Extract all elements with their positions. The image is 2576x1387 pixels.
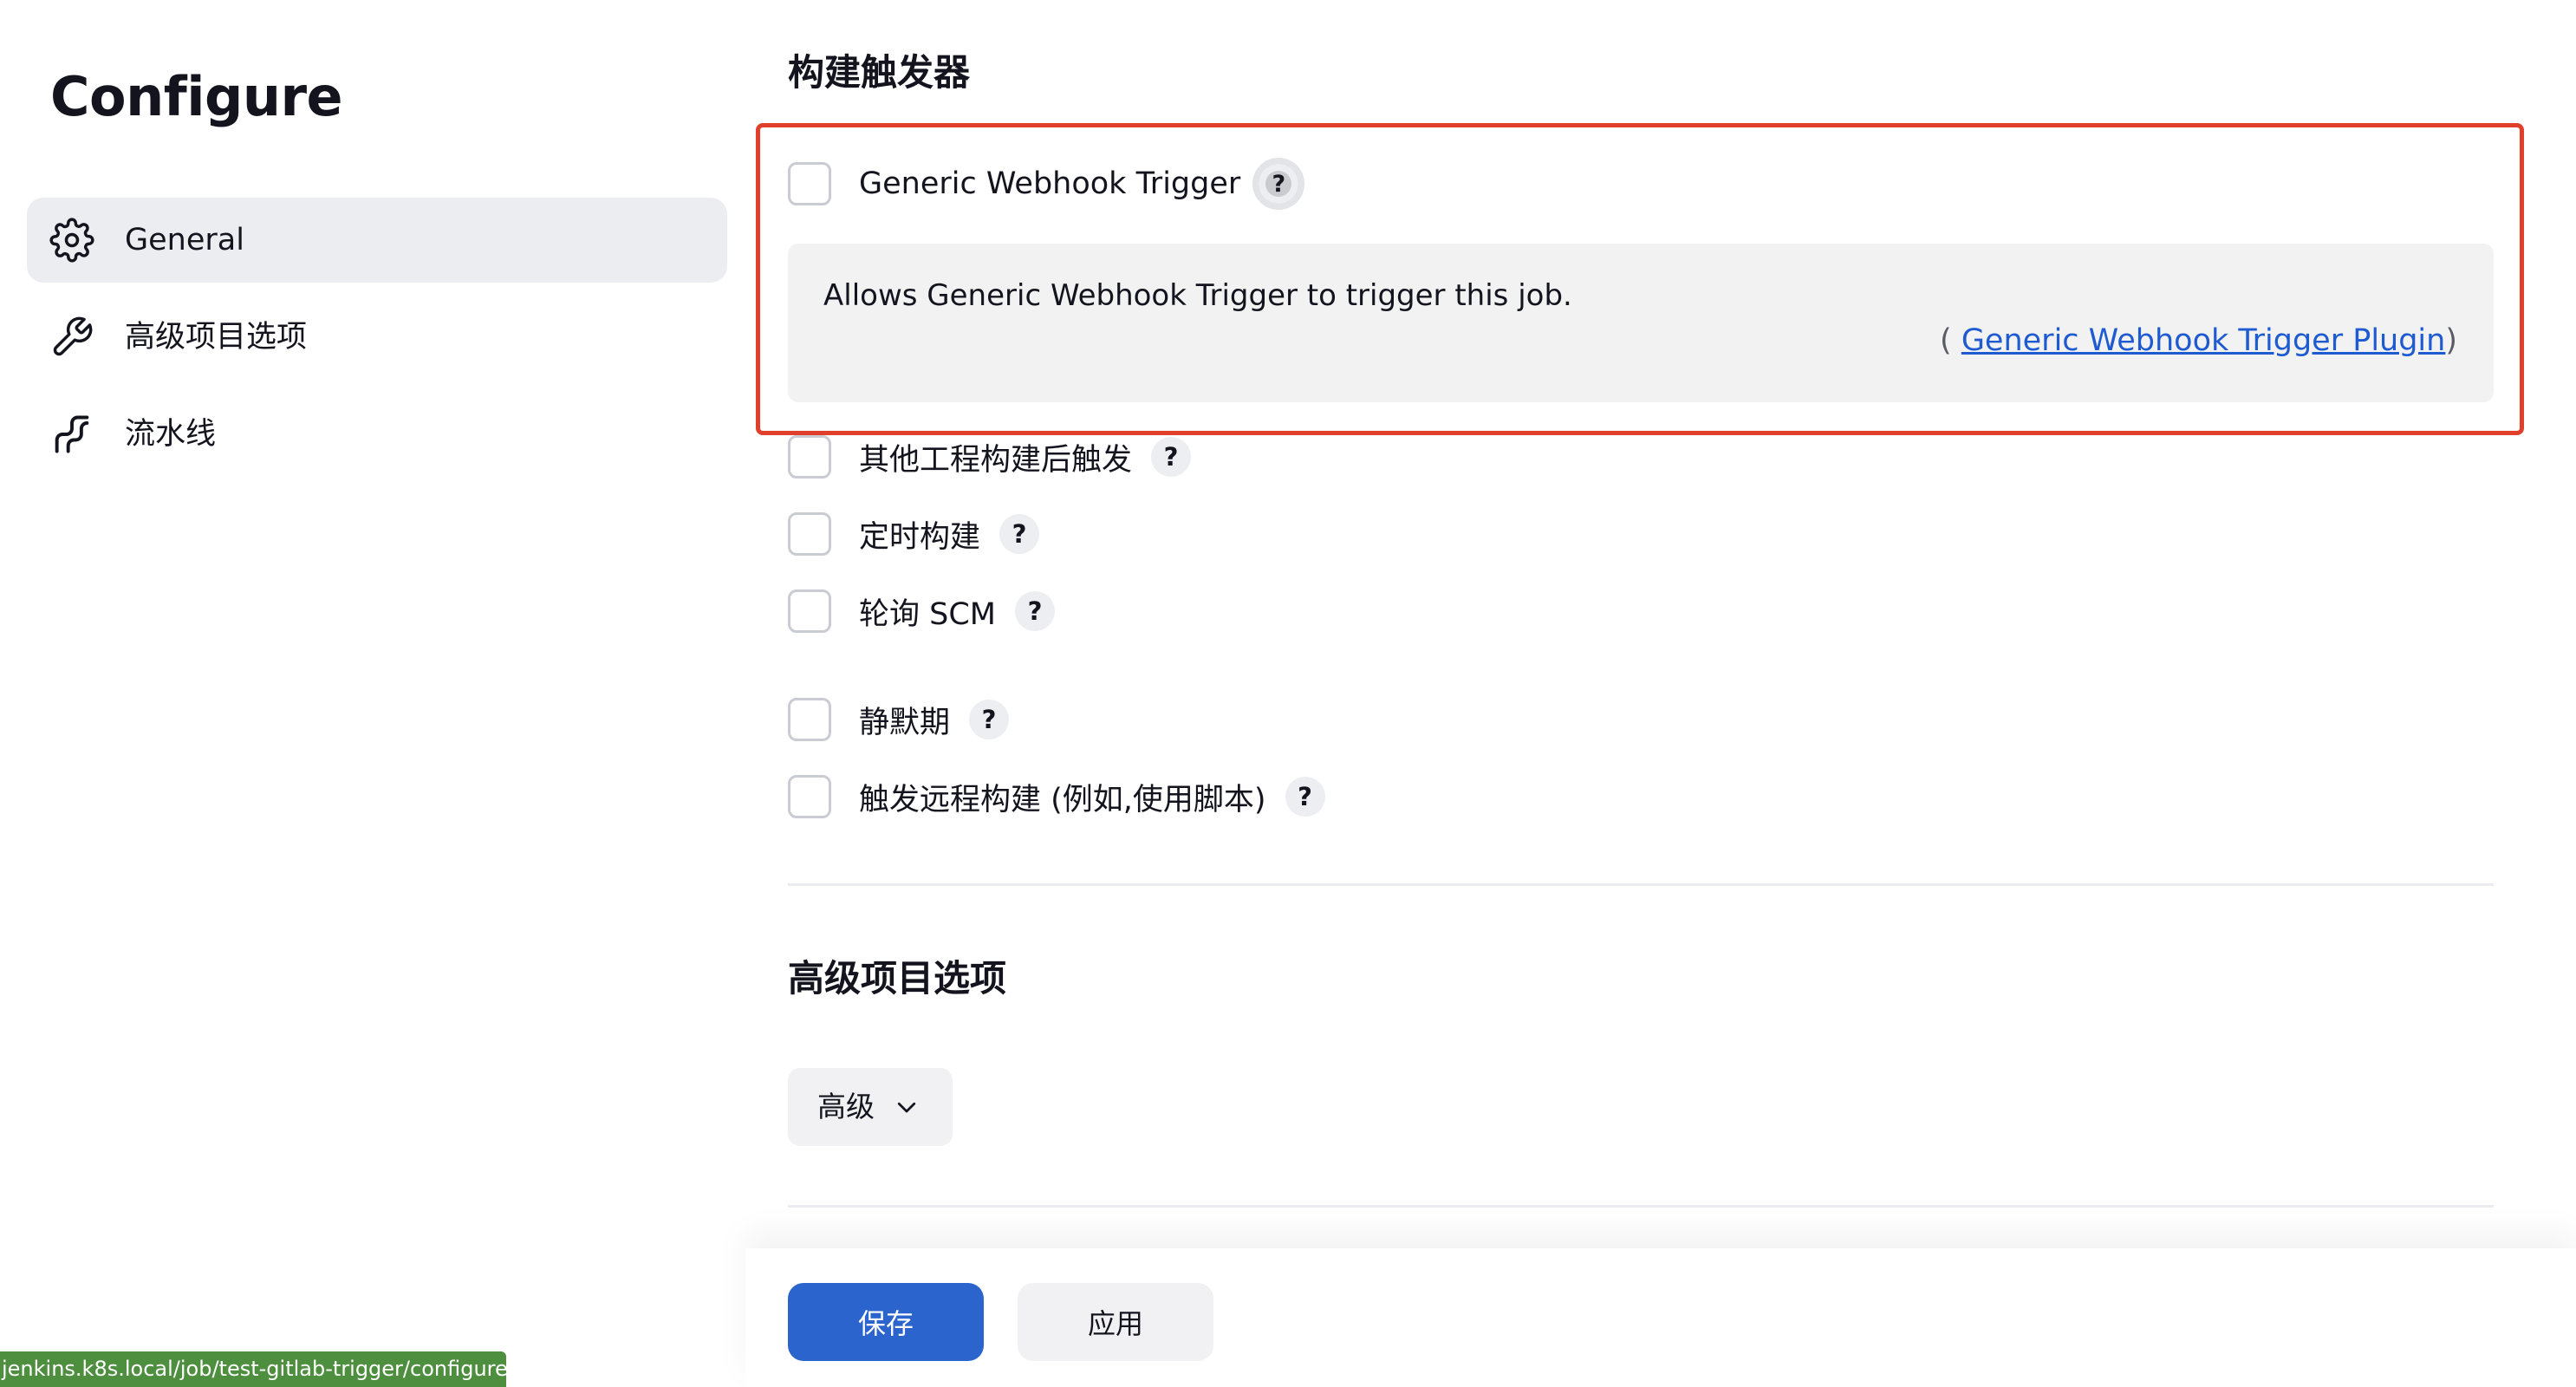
sidebar-item-general[interactable]: General xyxy=(27,198,727,283)
sidebar-item-label: General xyxy=(125,223,244,257)
section-divider xyxy=(788,883,2494,886)
section-title-advanced: 高级项目选项 xyxy=(788,957,1007,1000)
help-icon[interactable]: ? xyxy=(1014,591,1055,631)
scheduled-build-checkbox[interactable] xyxy=(788,512,831,556)
trigger-option-label: 轮询 SCM xyxy=(859,596,996,632)
trigger-option-label: 触发远程构建 (例如,使用脚本) xyxy=(859,782,1266,817)
help-text: Allows Generic Webhook Trigger to trigge… xyxy=(823,278,1572,313)
apply-button[interactable]: 应用 xyxy=(1018,1283,1213,1361)
help-source-close: ) xyxy=(2445,323,2457,358)
help-icon[interactable]: ? xyxy=(1252,158,1305,210)
help-source-open: ( xyxy=(1940,323,1961,358)
section-divider xyxy=(788,1205,2494,1208)
sidebar-item-pipeline[interactable]: 流水线 xyxy=(27,392,727,477)
plugin-link[interactable]: Generic Webhook Trigger Plugin xyxy=(1961,323,2446,358)
help-panel: Allows Generic Webhook Trigger to trigge… xyxy=(788,244,2494,402)
trigger-option-poll-scm: 轮询 SCM ? xyxy=(788,586,1055,636)
dropdown-label: 高级 xyxy=(817,1090,875,1123)
sidebar-item-label: 流水线 xyxy=(125,417,217,452)
remote-build-checkbox[interactable] xyxy=(788,775,831,818)
help-icon[interactable]: ? xyxy=(999,514,1040,554)
poll-scm-checkbox[interactable] xyxy=(788,589,831,633)
sidebar-item-advanced[interactable]: 高级项目选项 xyxy=(27,295,727,380)
trigger-option-label: 其他工程构建后触发 xyxy=(859,442,1133,478)
section-title-build-triggers: 构建触发器 xyxy=(788,51,971,94)
save-button[interactable]: 保存 xyxy=(788,1283,984,1361)
sidebar-item-label: 高级项目选项 xyxy=(125,320,308,355)
help-source: ( Generic Webhook Trigger Plugin) xyxy=(1940,323,2457,358)
chevron-down-icon xyxy=(894,1094,920,1120)
trigger-option-label: Generic Webhook Trigger xyxy=(859,166,1241,201)
trigger-option-label: 静默期 xyxy=(859,705,951,740)
quiet-period-checkbox[interactable] xyxy=(788,698,831,741)
pipeline-icon xyxy=(49,412,94,457)
after-other-projects-checkbox[interactable] xyxy=(788,435,831,479)
wrench-icon xyxy=(49,315,94,360)
trigger-option-scheduled: 定时构建 ? xyxy=(788,509,1040,559)
help-icon[interactable]: ? xyxy=(1151,437,1192,477)
page-title: Configure xyxy=(50,65,343,128)
trigger-option-generic-webhook: Generic Webhook Trigger ? xyxy=(788,158,1305,210)
trigger-option-quiet-period: 静默期 ? xyxy=(788,694,1010,745)
gear-icon xyxy=(49,218,94,263)
advanced-dropdown-button[interactable]: 高级 xyxy=(788,1068,953,1146)
trigger-option-label: 定时构建 xyxy=(859,519,981,555)
trigger-option-after-other-projects: 其他工程构建后触发 ? xyxy=(788,432,1192,482)
generic-webhook-checkbox[interactable] xyxy=(788,162,831,205)
help-icon[interactable]: ? xyxy=(1285,777,1325,817)
help-icon[interactable]: ? xyxy=(969,700,1010,739)
trigger-option-remote-build: 触发远程构建 (例如,使用脚本) ? xyxy=(788,772,1325,822)
status-bar-url: jenkins.k8s.local/job/test-gitlab-trigge… xyxy=(0,1351,506,1387)
